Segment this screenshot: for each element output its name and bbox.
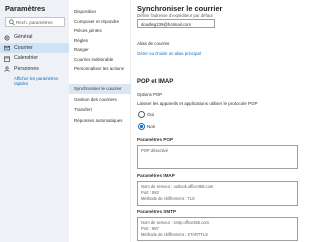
mail-icon (4, 45, 10, 51)
nav-label: Courrier (14, 44, 33, 51)
radio-no-label: Non (147, 124, 156, 129)
gear-icon (4, 35, 10, 40)
imap-settings-label: Paramètres IMAP (137, 173, 175, 178)
imap-settings-box: Nom de serveur : outlook.office365.com P… (137, 181, 298, 206)
calendar-icon (4, 56, 10, 62)
nav-item-general[interactable]: Général (0, 32, 69, 43)
search-icon (9, 19, 15, 26)
page-title: Synchroniser le courrier (137, 4, 223, 13)
search-input[interactable]: Rech. paramètres (5, 17, 65, 27)
nav-item-mail[interactable]: Courrier (0, 42, 69, 53)
pop-imap-header: POP et IMAP (137, 79, 174, 85)
category-item[interactable]: Pièces jointes (69, 26, 131, 36)
default-address-select[interactable]: doodleg239@hotmail.com (137, 19, 215, 28)
category-item[interactable]: Transfert (69, 105, 131, 115)
settings-title: Paramètres (5, 4, 46, 13)
smtp-settings-box: Nom de serveur : smtp.office365.com Port… (137, 217, 298, 241)
category-item[interactable]: Règles (69, 36, 131, 46)
radio-no[interactable] (138, 123, 145, 130)
category-item[interactable]: Personnaliser les actions (69, 64, 131, 74)
search-placeholder: Rech. paramètres (16, 19, 53, 25)
imap-port-line: Port : 993 (141, 190, 159, 195)
category-item[interactable]: Ranger (69, 45, 131, 55)
alias-label: Alias de courrier (137, 41, 170, 46)
pop-settings-label: Paramètres POP (137, 137, 174, 142)
category-item[interactable]: Courrier indésirable (69, 55, 131, 65)
category-item[interactable]: Gestion des courriers (69, 95, 131, 105)
imap-server-line: Nom de serveur : outlook.office365.com (141, 184, 214, 189)
pop-settings-line: POP désactivé (141, 148, 169, 153)
smtp-settings-label: Paramètres SMTP (137, 209, 177, 214)
category-item[interactable]: Disposition (69, 7, 131, 17)
category-item[interactable]: Composer et répondre (69, 17, 131, 27)
pop-question: Laisser les appareils et applications ut… (137, 101, 258, 106)
default-address-value: doodleg239@hotmail.com (141, 21, 191, 27)
default-sender-text: Définir l'adresse d'expéditeur par défau… (137, 13, 213, 18)
settings-pane: Paramètres Rech. paramètres Général Cour… (0, 0, 69, 242)
pop-settings-box: POP désactivé (137, 145, 298, 169)
nav-label: Général (14, 34, 33, 40)
radio-yes-label: Oui (147, 112, 155, 117)
imap-encryption-line: Méthode de chiffrement : TLS (141, 196, 195, 201)
nav-item-calendar[interactable]: Calendrier (0, 53, 69, 64)
quick-settings-link[interactable]: Afficher les paramètres rapides (14, 76, 66, 87)
smtp-encryption-line: Méthode de chiffrement : STARTTLS (141, 232, 208, 237)
radio-yes[interactable] (138, 111, 145, 118)
category-item-sync-mail[interactable]: Synchroniser le courrier (69, 84, 131, 94)
smtp-server-line: Nom de serveur : smtp.office365.com (141, 220, 209, 225)
people-icon (4, 66, 10, 72)
pop-options-label: Options POP (137, 92, 163, 97)
manage-alias-link[interactable]: Gérer ou choisir un alias principal (137, 51, 201, 56)
category-item[interactable]: Réponses automatiques (69, 116, 131, 126)
nav-label: Personnes (14, 65, 39, 72)
mail-category-list: Disposition Composer et répondre Pièces … (69, 0, 131, 242)
settings-nav: Général Courrier Calendrier Personnes (0, 32, 69, 74)
nav-item-people[interactable]: Personnes (0, 64, 69, 75)
smtp-port-line: Port : 587 (141, 226, 159, 231)
sync-mail-panel: Synchroniser le courrier Définir l'adres… (132, 0, 300, 242)
nav-label: Calendrier (14, 55, 38, 61)
